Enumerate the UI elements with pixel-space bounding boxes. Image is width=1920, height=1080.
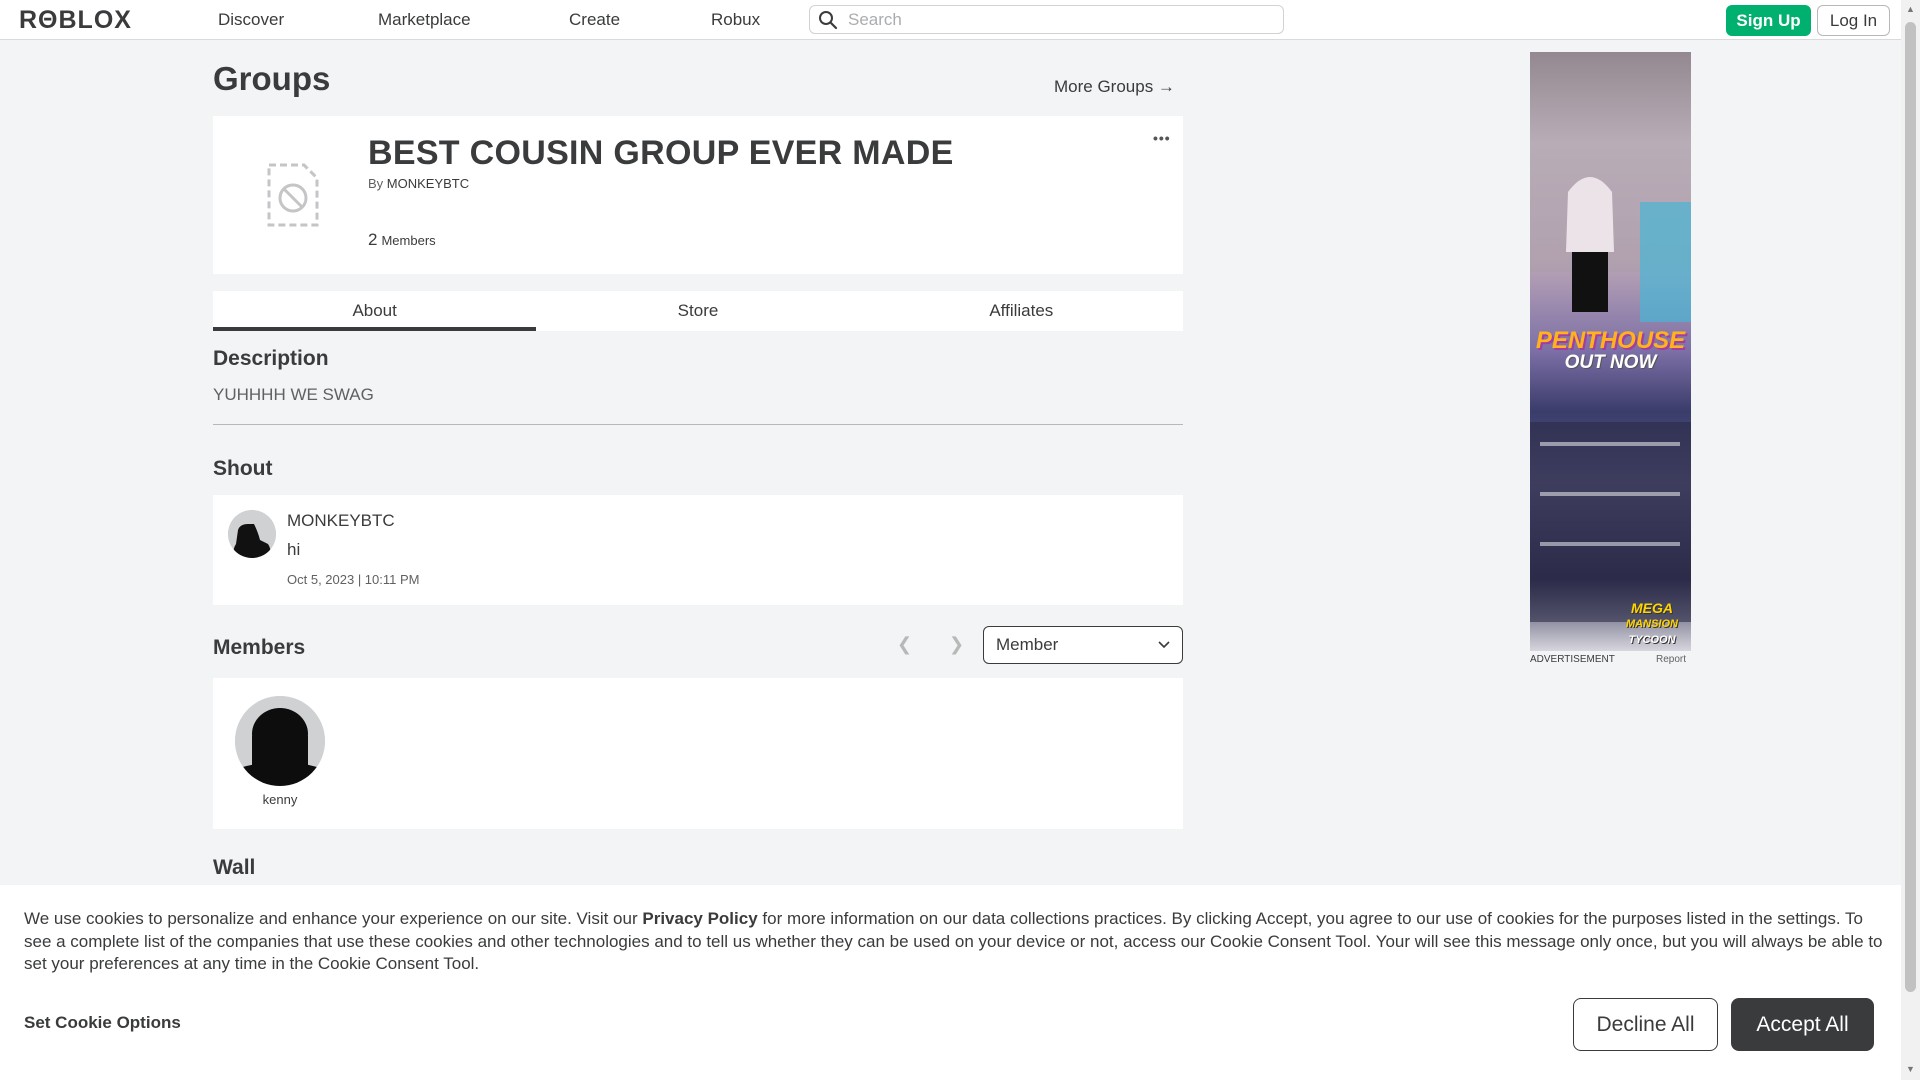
avatar-silhouette-icon	[235, 696, 325, 786]
tab-about[interactable]: About	[213, 291, 537, 331]
avatar-silhouette-icon	[228, 510, 276, 558]
nav-link-discover[interactable]: Discover	[218, 10, 284, 30]
chevron-down-icon	[1158, 641, 1170, 649]
group-member-count: 2 Members	[368, 230, 436, 250]
members-title: Members	[213, 636, 306, 659]
scrollbar-thumb[interactable]	[1905, 22, 1916, 992]
shout-title: Shout	[213, 457, 273, 480]
page-title: Groups	[213, 60, 331, 97]
description-text: YUHHHH WE SWAG	[213, 385, 374, 404]
privacy-policy-link[interactable]: Privacy Policy	[642, 909, 757, 928]
more-groups-link[interactable]: More Groups →	[1054, 77, 1175, 97]
group-tabs: About Store Affiliates	[213, 291, 1183, 331]
nav-link-create[interactable]: Create	[569, 10, 620, 30]
member-role-dropdown[interactable]: Member	[983, 626, 1183, 664]
logo-text: RΘBLOX	[19, 5, 132, 34]
members-next-page-icon[interactable]: ❯	[949, 634, 964, 655]
top-navigation-bar: RΘBLOX Discover Marketplace Create Robux…	[0, 0, 1901, 40]
decline-all-button[interactable]: Decline All	[1573, 998, 1718, 1051]
search-box[interactable]	[809, 5, 1284, 34]
accept-all-button[interactable]: Accept All	[1731, 998, 1874, 1051]
shout-user-avatar[interactable]	[228, 510, 276, 558]
shout-message: hi	[287, 540, 301, 559]
group-name: BEST COUSIN GROUP EVER MADE	[368, 134, 954, 172]
shout-timestamp: Oct 5, 2023 | 10:11 PM	[287, 572, 420, 587]
scroll-up-arrow-icon[interactable]: ▲	[1906, 4, 1915, 14]
cookie-message: We use cookies to personalize and enhanc…	[24, 908, 1884, 976]
sign-up-button[interactable]: Sign Up	[1726, 5, 1811, 36]
group-owner-line: By MONKEYBTC	[368, 176, 469, 191]
description-divider	[213, 424, 1183, 425]
member-name[interactable]: kenny	[235, 792, 325, 807]
page-scrollbar[interactable]: ▲ ▼	[1901, 0, 1920, 1080]
nav-link-robux[interactable]: Robux	[711, 10, 760, 30]
nav-link-marketplace[interactable]: Marketplace	[378, 10, 471, 30]
group-more-options-icon[interactable]: •••	[1153, 130, 1171, 146]
group-thumbnail-placeholder-icon	[267, 163, 319, 227]
group-by-prefix: By	[368, 176, 384, 191]
ad-logo-line-2: MANSION	[1626, 618, 1678, 630]
log-in-button[interactable]: Log In	[1817, 5, 1890, 36]
member-avatar[interactable]	[235, 696, 325, 786]
ad-logo-line-3: TYCOON	[1628, 634, 1676, 646]
set-cookie-options-link[interactable]: Set Cookie Options	[24, 1013, 181, 1033]
ad-logo-line-1: MEGA	[1631, 600, 1673, 616]
ad-subheadline: OUT NOW	[1564, 352, 1657, 373]
ad-game-logo-text: MEGA MANSION TYCOON	[1612, 600, 1691, 648]
member-count-label: Members	[381, 233, 436, 248]
roblox-logo[interactable]: RΘBLOX	[19, 5, 132, 34]
members-list: kenny	[213, 678, 1183, 829]
shout-card: MONKEYBTC hi Oct 5, 2023 | 10:11 PM	[213, 495, 1183, 605]
wall-title: Wall	[213, 856, 256, 879]
ad-report-link[interactable]: Report	[1656, 654, 1686, 665]
ad-headline: PENTHOUSE	[1535, 327, 1686, 354]
search-icon	[819, 10, 838, 29]
advertisement-banner[interactable]: PENTHOUSE OUT NOW MEGA MANSION TYCOON	[1530, 52, 1691, 651]
scroll-down-arrow-icon[interactable]: ▼	[1906, 1064, 1915, 1074]
member-count-value: 2	[368, 230, 378, 249]
advertisement-label: ADVERTISEMENT	[1530, 654, 1615, 665]
tab-affiliates[interactable]: Affiliates	[860, 291, 1183, 331]
members-prev-page-icon[interactable]: ❮	[897, 634, 912, 655]
shout-username-link[interactable]: MONKEYBTC	[287, 511, 395, 531]
group-header-card: BEST COUSIN GROUP EVER MADE By MONKEYBTC…	[213, 116, 1183, 274]
group-owner-link[interactable]: MONKEYBTC	[387, 176, 469, 191]
tab-store[interactable]: Store	[536, 291, 859, 331]
search-input[interactable]	[846, 8, 1250, 31]
cookie-consent-banner: We use cookies to personalize and enhanc…	[0, 885, 1901, 1080]
role-selected-value: Member	[996, 635, 1059, 654]
description-title: Description	[213, 347, 329, 370]
cookie-text-before: We use cookies to personalize and enhanc…	[24, 909, 643, 928]
